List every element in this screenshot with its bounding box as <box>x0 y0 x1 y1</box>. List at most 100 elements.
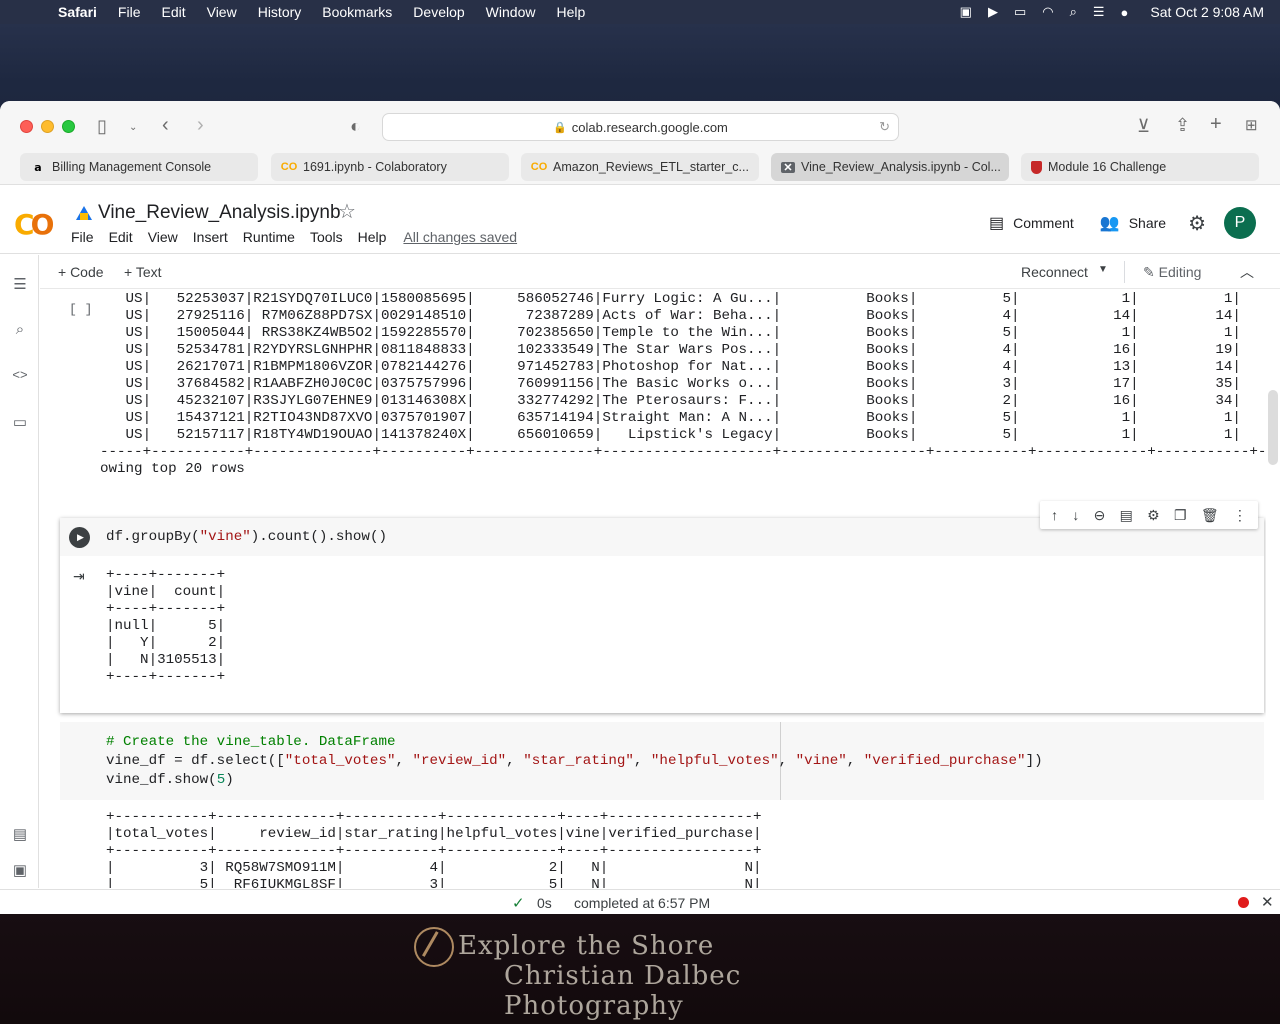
menu-app-safari[interactable]: Safari <box>58 4 97 20</box>
menu-tools[interactable]: Tools <box>310 229 343 245</box>
menubar-clock[interactable]: Sat Oct 2 9:08 AM <box>1150 4 1264 20</box>
cell-run-bracket[interactable]: [ ] <box>69 302 92 317</box>
watermark-line1: Explore the Shore <box>458 931 715 961</box>
files-icon[interactable]: ▭ <box>11 413 29 431</box>
avatar[interactable]: P <box>1224 207 1256 239</box>
share-button[interactable]: 👥 Share <box>1100 213 1166 233</box>
sidebar-toggle-icon[interactable]: ▯ <box>97 117 107 135</box>
more-vert-icon[interactable]: ⋮ <box>1233 507 1247 524</box>
search-icon[interactable]: ⌕ <box>11 321 29 338</box>
collapse-header-icon[interactable]: ︿ <box>1240 262 1254 282</box>
safari-window: ▯ ⌄ ‹ › ◐ 🔒 colab.research.google.com ↻ … <box>0 101 1280 914</box>
add-text-button[interactable]: + Text <box>124 264 162 280</box>
menu-history[interactable]: History <box>258 4 302 20</box>
cell-output: +-----------+--------------+-----------+… <box>106 809 762 888</box>
siri-icon[interactable]: ● <box>1121 5 1129 20</box>
zoom-window-button[interactable] <box>62 120 75 133</box>
gear-icon[interactable]: ⚙ <box>1188 211 1206 236</box>
close-icon[interactable]: ✕ <box>1261 893 1274 911</box>
code-text: vine_df = df.select([ <box>106 753 285 769</box>
reconnect-button[interactable]: Reconnect <box>1021 264 1088 280</box>
code-string: "vine" <box>199 529 251 545</box>
editing-mode-button[interactable]: ✎ Editing <box>1143 264 1201 281</box>
tab-1691[interactable]: CO 1691.ipynb - Colaboratory <box>271 153 509 181</box>
add-code-button[interactable]: + Code <box>58 264 104 280</box>
tab-amazon-etl[interactable]: CO Amazon_Reviews_ETL_starter_c... <box>521 153 759 181</box>
output-clear-icon[interactable]: ⇥ <box>73 568 85 585</box>
notebook-toolbar: + Code + Text Reconnect ▼ ✎ Editing ︿ <box>40 255 1280 289</box>
google-drive-icon <box>76 206 92 220</box>
save-status-link[interactable]: All changes saved <box>403 229 517 245</box>
link-icon[interactable]: ⊖ <box>1094 507 1106 524</box>
menu-insert[interactable]: Insert <box>193 229 228 245</box>
divider <box>1124 261 1125 283</box>
new-tab-icon[interactable]: + <box>1210 114 1222 134</box>
menu-help[interactable]: Help <box>556 4 585 20</box>
code-text: ]) <box>1025 753 1043 769</box>
tab-vine-review[interactable]: ✕ Vine_Review_Analysis.ipynb - Col... <box>771 153 1009 181</box>
window-controls <box>20 120 75 133</box>
table-of-contents-icon[interactable]: ☰ <box>11 275 29 293</box>
camera-icon[interactable]: ▣ <box>960 4 972 20</box>
execution-status[interactable]: completed at 6:57 PM <box>574 895 710 911</box>
command-palette-icon[interactable]: ▤ <box>11 825 29 843</box>
control-center-icon[interactable]: ☰ <box>1093 4 1105 20</box>
gear-icon[interactable]: ⚙ <box>1147 507 1160 524</box>
tab-module16[interactable]: Module 16 Challenge <box>1021 153 1259 181</box>
close-window-button[interactable] <box>20 120 33 133</box>
reload-icon[interactable]: ↻ <box>879 119 890 135</box>
code-snippets-icon[interactable]: <> <box>11 367 29 382</box>
menu-develop[interactable]: Develop <box>413 4 464 20</box>
menu-file[interactable]: File <box>118 4 141 20</box>
menu-window[interactable]: Window <box>486 4 536 20</box>
menu-file[interactable]: File <box>71 229 94 245</box>
move-up-icon[interactable]: ↑ <box>1051 507 1058 523</box>
run-cell-button[interactable]: ▶ <box>69 527 90 548</box>
share-icon[interactable]: ⇪ <box>1175 116 1190 134</box>
code-text: df.groupBy( <box>106 529 200 545</box>
download-icon[interactable]: ⊻ <box>1137 117 1150 135</box>
address-bar[interactable]: 🔒 colab.research.google.com ↻ <box>382 113 899 141</box>
spotlight-search-icon[interactable]: ⌕ <box>1070 4 1077 20</box>
menu-bookmarks[interactable]: Bookmarks <box>322 4 392 20</box>
chevron-down-icon[interactable]: ⌄ <box>129 119 137 137</box>
star-icon[interactable]: ☆ <box>338 199 356 224</box>
back-icon[interactable]: ‹ <box>162 115 169 135</box>
lock-icon: 🔒 <box>553 121 567 134</box>
menu-view[interactable]: View <box>148 229 178 245</box>
privacy-shield-icon[interactable]: ◐ <box>350 117 361 135</box>
menu-edit[interactable]: Edit <box>161 4 185 20</box>
colab-icon: CO <box>530 161 548 173</box>
cell-code[interactable]: df.groupBy("vine").count().show() <box>106 529 387 546</box>
move-down-icon[interactable]: ↓ <box>1072 507 1079 523</box>
close-tab-icon[interactable]: ✕ <box>781 161 795 174</box>
menu-view[interactable]: View <box>207 4 237 20</box>
cell-code[interactable]: # Create the vine_table. DataFrame vine_… <box>106 733 1043 790</box>
mirror-cell-icon[interactable]: ❐ <box>1174 507 1187 524</box>
scrollbar[interactable] <box>1268 390 1278 465</box>
code-string: "verified_purchase" <box>863 753 1026 769</box>
colab-logo[interactable]: CO <box>14 208 54 241</box>
tab-billing[interactable]: a Billing Management Console <box>20 153 258 181</box>
terminal-icon[interactable]: ▣ <box>11 861 29 879</box>
checkmark-icon: ✓ <box>512 895 525 912</box>
trash-icon[interactable]: 🗑 <box>1201 507 1219 524</box>
menu-edit[interactable]: Edit <box>109 229 133 245</box>
battery-icon[interactable]: ▭ <box>1014 4 1026 20</box>
notebook-title[interactable]: Vine_Review_Analysis.ipynb <box>76 202 341 224</box>
desktop-watermark: Explore the Shore Christian Dalbec Photo… <box>400 925 920 1021</box>
cell-output: +----+-------+ |vine| count| +----+-----… <box>106 567 226 685</box>
comment-icon[interactable]: ▤ <box>1120 507 1133 524</box>
chevron-down-icon[interactable]: ▼ <box>1098 264 1108 275</box>
forward-icon[interactable]: › <box>197 115 204 135</box>
execution-time: 0s <box>537 895 552 911</box>
menu-runtime[interactable]: Runtime <box>243 229 295 245</box>
active-code-cell[interactable]: ▶ df.groupBy("vine").count().show() ⇥ +-… <box>60 518 1264 713</box>
comment-label: Comment <box>1013 215 1074 231</box>
play-icon[interactable]: ▶ <box>988 4 998 20</box>
wifi-icon[interactable]: ◠ <box>1042 4 1053 20</box>
comment-button[interactable]: ▤ Comment <box>989 213 1074 233</box>
menu-help[interactable]: Help <box>358 229 387 245</box>
minimize-window-button[interactable] <box>41 120 54 133</box>
tab-overview-icon[interactable]: ⊞ <box>1245 117 1258 135</box>
